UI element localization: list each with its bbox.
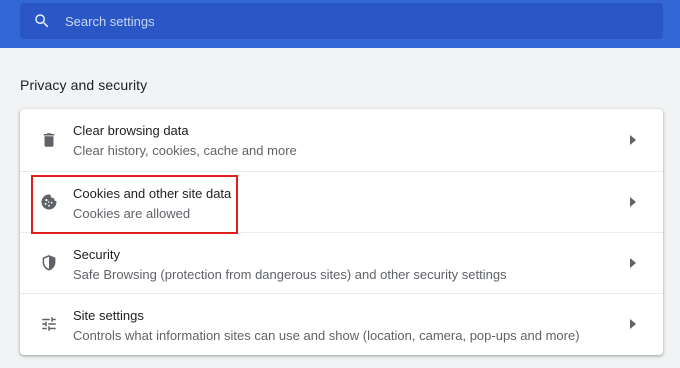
row-subtitle: Safe Browsing (protection from dangerous… [73, 267, 507, 282]
chevron-right-icon [629, 197, 637, 207]
shield-icon [39, 253, 59, 273]
search-box[interactable] [20, 3, 663, 39]
row-title: Security [73, 247, 120, 262]
row-security[interactable]: Security Safe Browsing (protection from … [20, 232, 663, 293]
chevron-right-icon [629, 258, 637, 268]
row-subtitle: Clear history, cookies, cache and more [73, 143, 297, 158]
top-bar [0, 0, 680, 48]
row-subtitle: Controls what information sites can use … [73, 328, 580, 343]
section-title: Privacy and security [20, 77, 148, 93]
search-input[interactable] [65, 3, 663, 39]
trash-icon [39, 130, 59, 150]
row-title: Clear browsing data [73, 123, 189, 138]
sliders-icon [39, 314, 59, 334]
row-clear-browsing-data[interactable]: Clear browsing data Clear history, cooki… [20, 109, 663, 171]
row-site-settings[interactable]: Site settings Controls what information … [20, 293, 663, 354]
row-title: Site settings [73, 308, 144, 323]
search-icon [33, 12, 51, 30]
highlight-box [31, 175, 238, 234]
chevron-right-icon [629, 135, 637, 145]
chevron-right-icon [629, 319, 637, 329]
